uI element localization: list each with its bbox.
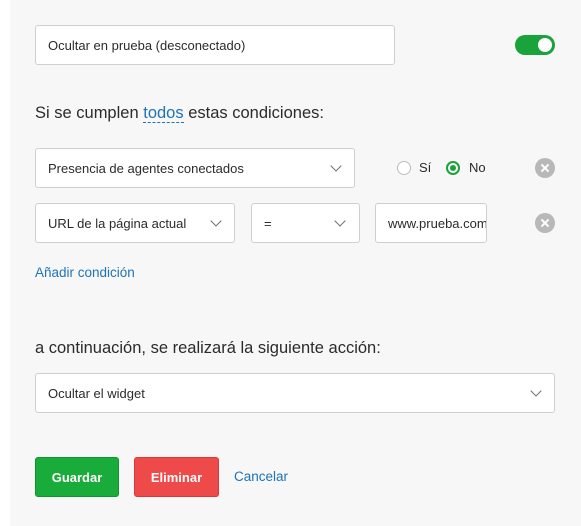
save-button[interactable]: Guardar — [35, 457, 119, 497]
cancel-link[interactable]: Cancelar — [234, 469, 288, 484]
chevron-down-icon — [530, 385, 542, 397]
rule-name-input[interactable]: Ocultar en prueba (desconectado) — [35, 25, 395, 65]
condition-1-field-value: Presencia de agentes conectados — [48, 160, 244, 176]
condition-2-remove-icon[interactable] — [535, 213, 555, 233]
condition-1-radio-no-label: No — [469, 160, 486, 175]
conditions-mode-link[interactable]: todos — [143, 104, 184, 123]
condition-1-radio-no[interactable] — [446, 161, 460, 175]
conditions-heading-suffix: estas condiciones: — [188, 104, 324, 122]
condition-2-field-value: URL de la página actual — [48, 215, 187, 231]
action-heading: a continuación, se realizará la siguient… — [35, 339, 381, 357]
condition-2-value-input[interactable]: www.prueba.com — [375, 203, 487, 243]
chevron-down-icon — [210, 215, 222, 227]
condition-2-operator-value: = — [264, 215, 272, 231]
action-select-value: Ocultar el widget — [48, 385, 145, 401]
conditions-heading-prefix: Si se cumplen — [35, 104, 139, 122]
toggle-knob — [538, 38, 552, 52]
chevron-down-icon — [334, 215, 346, 227]
chevron-down-icon — [330, 160, 342, 172]
condition-2-value-text: www.prueba.com — [388, 215, 487, 231]
conditions-heading: Si se cumplen todos estas condiciones: — [35, 104, 324, 123]
condition-2-operator-select[interactable]: = — [251, 203, 360, 243]
add-condition-link[interactable]: Añadir condición — [35, 265, 135, 280]
action-select[interactable]: Ocultar el widget — [35, 373, 555, 413]
rule-editor-panel — [10, 0, 581, 526]
rule-name-value: Ocultar en prueba (desconectado) — [48, 37, 246, 53]
delete-button[interactable]: Eliminar — [134, 457, 219, 497]
condition-1-radio-si-label: Sí — [419, 160, 432, 175]
condition-1-field-select[interactable]: Presencia de agentes conectados — [35, 148, 355, 188]
rule-enabled-toggle[interactable] — [515, 35, 555, 55]
condition-2-field-select[interactable]: URL de la página actual — [35, 203, 235, 243]
condition-1-remove-icon[interactable] — [535, 158, 555, 178]
condition-1-radio-si[interactable] — [397, 161, 411, 175]
